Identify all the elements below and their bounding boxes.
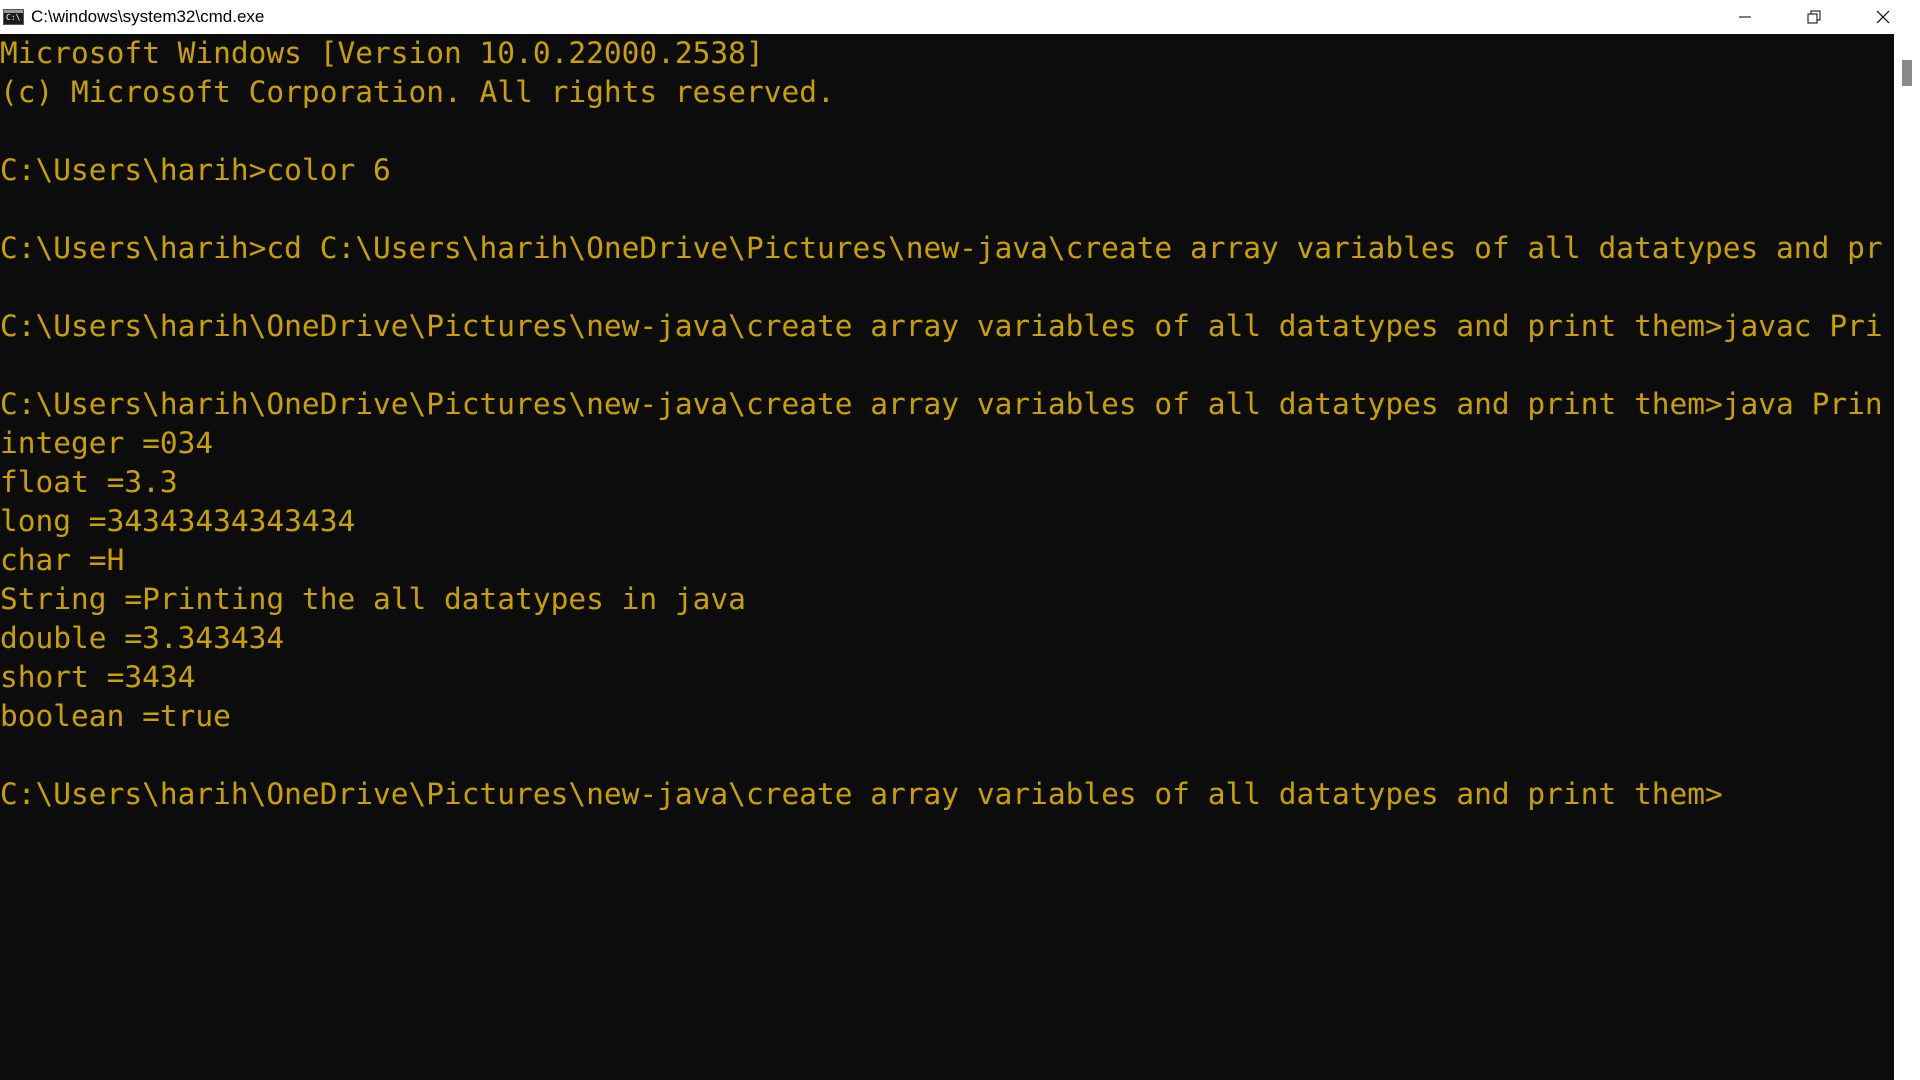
vertical-scrollbar[interactable] xyxy=(1894,34,1920,1080)
restore-icon xyxy=(1807,10,1821,24)
console-output[interactable]: Microsoft Windows [Version 10.0.22000.25… xyxy=(0,34,1894,1080)
close-icon xyxy=(1876,10,1890,24)
cmd-window: C:\ C:\windows\system32\cmd.exe Microsof… xyxy=(0,0,1920,1080)
console-line: integer =034 xyxy=(0,426,214,460)
title-bar[interactable]: C:\ C:\windows\system32\cmd.exe xyxy=(0,0,1920,34)
console-line: (c) Microsoft Corporation. All rights re… xyxy=(0,75,835,109)
cmd-icon[interactable]: C:\ xyxy=(3,9,24,25)
minimize-button[interactable] xyxy=(1710,0,1780,34)
console-line: String =Printing the all datatypes in ja… xyxy=(0,582,746,616)
console-line: C:\Users\harih\OneDrive\Pictures\new-jav… xyxy=(0,387,1883,421)
restore-button[interactable] xyxy=(1779,0,1849,34)
console-prompt-line: C:\Users\harih\OneDrive\Pictures\new-jav… xyxy=(0,777,1723,811)
close-button[interactable] xyxy=(1848,0,1918,34)
console-line: double =3.343434 xyxy=(0,621,285,655)
console-line: C:\Users\harih\OneDrive\Pictures\new-jav… xyxy=(0,309,1883,343)
console-line: boolean =true xyxy=(0,699,231,733)
console-line: C:\Users\harih>color 6 xyxy=(0,153,391,187)
minimize-icon xyxy=(1739,16,1751,18)
console-line: float =3.3 xyxy=(0,465,178,499)
cmd-icon-text: C:\ xyxy=(6,13,21,22)
console-line: char =H xyxy=(0,543,125,577)
console-line: C:\Users\harih>cd C:\Users\harih\OneDriv… xyxy=(0,231,1883,265)
console-line: short =3434 xyxy=(0,660,196,694)
scrollbar-thumb[interactable] xyxy=(1902,60,1912,86)
console-line: long =34343434343434 xyxy=(0,504,356,538)
window-title: C:\windows\system32\cmd.exe xyxy=(31,7,265,26)
console-line: Microsoft Windows [Version 10.0.22000.25… xyxy=(0,36,764,70)
